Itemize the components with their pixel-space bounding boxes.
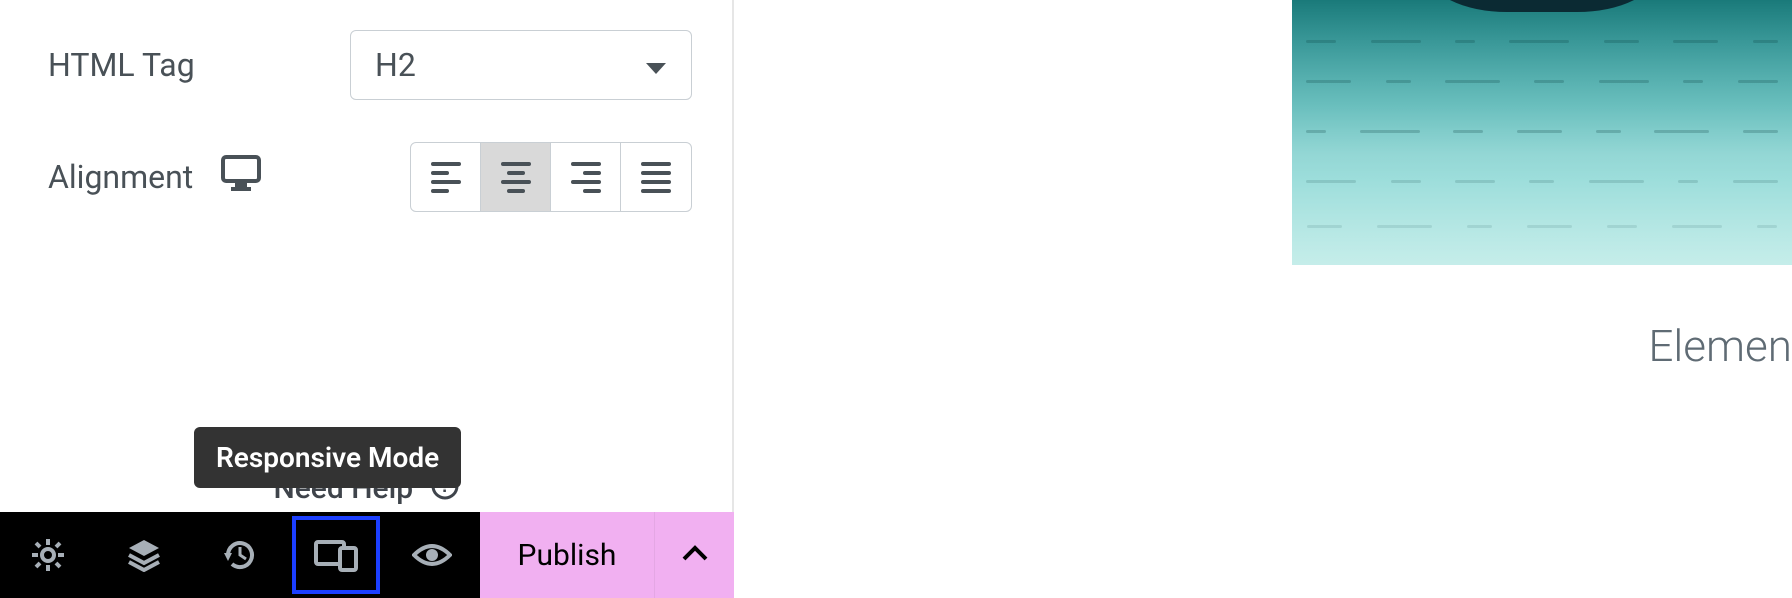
label-alignment-text: Alignment — [48, 158, 193, 196]
publish-options-button[interactable] — [654, 512, 734, 598]
label-html-tag: HTML Tag — [48, 46, 350, 84]
editor-panel: HTML Tag H2 Alignment — [0, 0, 734, 598]
preview-canvas: Elemen — [734, 0, 1792, 598]
align-left-icon — [431, 162, 461, 193]
control-row-html-tag: HTML Tag H2 — [48, 30, 692, 100]
layers-icon — [125, 538, 163, 572]
navigator-button[interactable] — [96, 512, 192, 598]
responsive-mode-button[interactable] — [288, 512, 384, 598]
label-alignment: Alignment — [48, 155, 350, 199]
panel-footer: Publish — [0, 512, 734, 598]
preview-image — [1292, 0, 1792, 265]
caret-down-icon — [645, 46, 667, 84]
align-center-button[interactable] — [481, 143, 551, 211]
desktop-icon — [221, 155, 261, 199]
select-html-tag-value: H2 — [375, 46, 416, 84]
label-html-tag-text: HTML Tag — [48, 46, 195, 84]
align-center-icon — [501, 162, 531, 193]
history-button[interactable] — [192, 512, 288, 598]
publish-button-label: Publish — [518, 538, 617, 573]
align-group — [410, 142, 692, 212]
tooltip-responsive-mode: Responsive Mode — [194, 427, 461, 488]
preview-caption: Elemen — [1648, 320, 1792, 372]
publish-button[interactable]: Publish — [480, 512, 654, 598]
align-justify-button[interactable] — [621, 143, 691, 211]
gear-icon — [30, 537, 66, 573]
preview-button[interactable] — [384, 512, 480, 598]
panel-content: HTML Tag H2 Alignment — [0, 0, 732, 212]
chevron-up-icon — [682, 545, 708, 565]
boat-shape — [1427, 0, 1657, 12]
align-justify-icon — [641, 162, 671, 193]
history-icon — [222, 537, 258, 573]
align-right-button[interactable] — [551, 143, 621, 211]
responsive-icon — [314, 538, 358, 572]
align-right-icon — [571, 162, 601, 193]
select-html-tag[interactable]: H2 — [350, 30, 692, 100]
settings-button[interactable] — [0, 512, 96, 598]
control-row-alignment: Alignment — [48, 142, 692, 212]
tooltip-text: Responsive Mode — [216, 441, 439, 474]
align-left-button[interactable] — [411, 143, 481, 211]
eye-icon — [412, 541, 452, 569]
